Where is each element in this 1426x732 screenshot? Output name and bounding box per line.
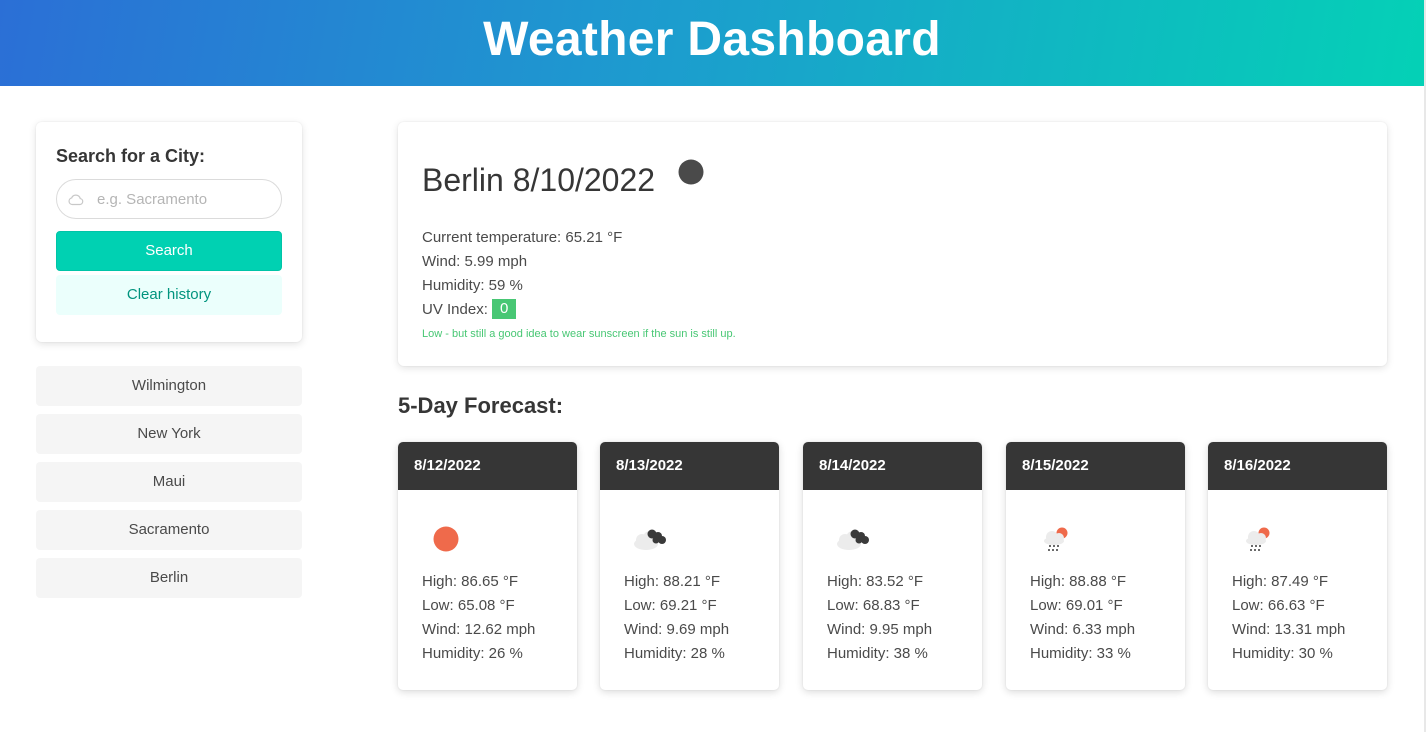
current-details: Current temperature: 65.21 °F Wind: 5.99… [422,226,622,322]
forecast-humidity: Humidity: 38 % [827,645,928,662]
search-field[interactable] [56,179,282,219]
forecast-card: 8/15/2022 High: 88.88 °F Low: 69.01 °F W… [1006,442,1185,690]
rain-sun-icon [1044,527,1068,551]
forecast-humidity: Humidity: 33 % [1030,645,1131,662]
forecast-low: Low: 68.83 °F [827,597,920,614]
forecast-date: 8/12/2022 [398,442,577,490]
clear-history-button[interactable]: Clear history [56,275,282,315]
page-title: Weather Dashboard [483,12,941,66]
forecast-wind: Wind: 13.31 mph [1232,621,1346,638]
forecast-humidity: Humidity: 26 % [422,645,523,662]
search-history-list: Wilmington New York Maui Sacramento Berl… [36,366,302,606]
current-title-row: Berlin 8/10/2022 [422,159,705,199]
forecast-high: High: 86.65 °F [422,573,519,590]
forecast-date: 8/16/2022 [1208,442,1387,490]
forecast-high: High: 88.21 °F [624,573,721,590]
forecast-wind: Wind: 9.95 mph [827,621,933,638]
forecast-date: 8/14/2022 [803,442,982,490]
forecast-details: High: 87.49 °F Low: 66.63 °F Wind: 13.31… [1232,570,1345,666]
current-city-date: Berlin 8/10/2022 [422,162,656,198]
forecast-low: Low: 69.21 °F [624,597,717,614]
forecast-card: 8/14/2022 High: 83.52 °F Low: 68.83 °F W… [803,442,982,690]
forecast-humidity: Humidity: 30 % [1232,645,1333,662]
cloud-icon [68,194,84,206]
forecast-low: Low: 66.63 °F [1232,597,1325,614]
search-input[interactable] [57,180,281,218]
forecast-wind: Wind: 12.62 mph [422,621,536,638]
forecast-wind: Wind: 9.69 mph [624,621,730,638]
forecast-details: High: 83.52 °F Low: 68.83 °F Wind: 9.95 … [827,570,932,666]
search-panel: Search for a City: Search Clear history [36,122,302,342]
current-weather-card: Berlin 8/10/2022 Current temperature: 65… [398,122,1387,366]
current-wind: Wind: 5.99 mph [422,253,528,270]
search-button[interactable]: Search [56,231,282,271]
forecast-high: High: 87.49 °F [1232,573,1329,590]
forecast-low: Low: 69.01 °F [1030,597,1123,614]
search-title: Search for a City: [56,146,206,166]
uv-badge: 0 [492,298,517,319]
sunny-icon [433,526,459,552]
uv-note: Low - but still a good idea to wear suns… [422,328,736,340]
forecast-details: High: 88.21 °F Low: 69.21 °F Wind: 9.69 … [624,570,729,666]
forecast-details: High: 88.88 °F Low: 69.01 °F Wind: 6.33 … [1030,570,1135,666]
forecast-humidity: Humidity: 28 % [624,645,725,662]
history-item-sacramento[interactable]: Sacramento [36,510,302,550]
current-humidity: Humidity: 59 % [422,277,523,294]
current-temperature: Current temperature: 65.21 °F [422,229,623,246]
history-item-new-york[interactable]: New York [36,414,302,454]
weather-icon [678,159,704,185]
forecast-title: 5-Day Forecast: [398,393,564,418]
forecast-high: High: 88.88 °F [1030,573,1127,590]
page-header: Weather Dashboard [0,0,1424,86]
forecast-card: 8/13/2022 High: 88.21 °F Low: 69.21 °F W… [600,442,779,690]
uv-label: UV Index: [422,301,488,318]
forecast-date: 8/15/2022 [1006,442,1185,490]
forecast-date: 8/13/2022 [600,442,779,490]
history-item-wilmington[interactable]: Wilmington [36,366,302,406]
current-uv-row: UV Index: 0 [422,298,622,322]
cloudy-icon [634,529,666,550]
forecast-wind: Wind: 6.33 mph [1030,621,1136,638]
forecast-card: 8/16/2022 High: 87.49 °F Low: 66.63 °F W… [1208,442,1387,690]
cloudy-icon [837,529,869,550]
history-item-maui[interactable]: Maui [36,462,302,502]
forecast-card: 8/12/2022 High: 86.65 °F Low: 65.08 °F W… [398,442,577,690]
rain-sun-icon [1246,527,1270,551]
forecast-low: Low: 65.08 °F [422,597,515,614]
forecast-details: High: 86.65 °F Low: 65.08 °F Wind: 12.62… [422,570,535,666]
history-item-berlin[interactable]: Berlin [36,558,302,598]
forecast-high: High: 83.52 °F [827,573,924,590]
